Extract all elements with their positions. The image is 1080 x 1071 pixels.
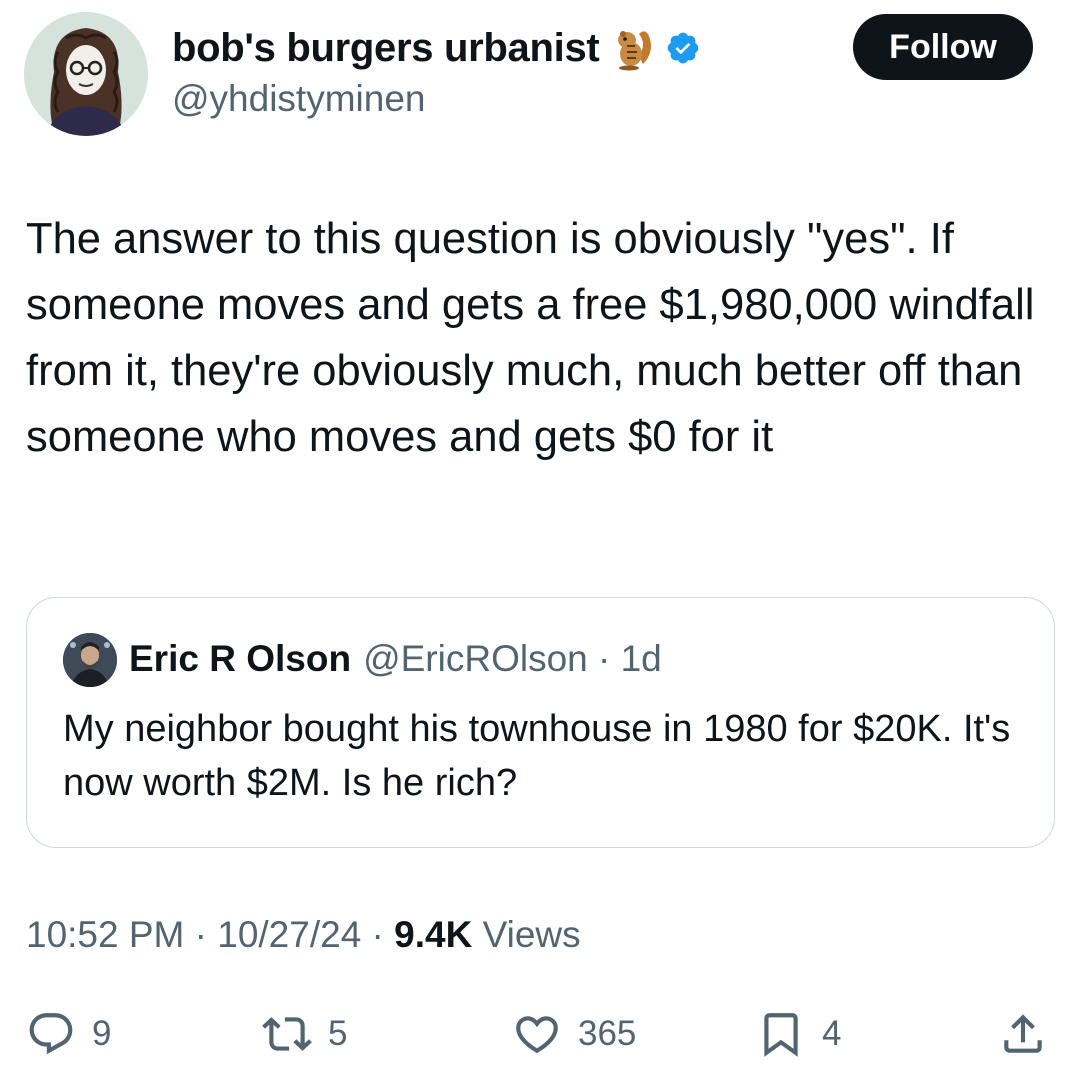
author-avatar[interactable]: [24, 12, 148, 136]
repost-count: 5: [328, 1014, 348, 1053]
repost-button[interactable]: 5: [262, 1006, 347, 1062]
author-name-row: bob's burgers urbanist: [172, 22, 701, 74]
tweet-timestamp[interactable]: 10:52 PM · 10/27/24 · 9.4K Views: [26, 914, 581, 956]
author-display-name[interactable]: bob's burgers urbanist: [172, 26, 600, 71]
chipmunk-icon: [609, 24, 657, 72]
timestamp-text[interactable]: 10:52 PM · 10/27/24 ·: [26, 914, 394, 955]
bookmark-count: 4: [822, 1014, 842, 1053]
bookmark-button[interactable]: 4: [756, 1006, 841, 1062]
heart-icon: [516, 1016, 558, 1054]
quote-handle-time[interactable]: @EricROlson · 1d: [363, 638, 662, 680]
repost-icon: [262, 1017, 312, 1051]
reply-count: 9: [92, 1014, 112, 1053]
follow-button[interactable]: Follow: [853, 14, 1033, 80]
tweet-text: The answer to this question is obviously…: [26, 215, 1035, 461]
quoted-tweet-card[interactable]: Eric R Olson @EricROlson · 1d My neighbo…: [26, 597, 1055, 848]
quote-header: Eric R Olson @EricROlson · 1d: [129, 638, 662, 680]
quote-author-avatar[interactable]: [63, 633, 117, 687]
verified-badge-icon[interactable]: [665, 30, 701, 66]
reply-button[interactable]: 9: [26, 1006, 111, 1062]
reply-icon: [29, 1013, 73, 1055]
tweet-detail: bob's burgers urbanist @yhdistyminen Fol…: [0, 0, 1080, 1071]
share-icon: [1004, 1014, 1042, 1053]
views-label: Views: [472, 914, 581, 955]
author-handle[interactable]: @yhdistyminen: [172, 78, 426, 120]
views-count: 9.4K: [394, 914, 473, 955]
like-count: 365: [578, 1014, 637, 1053]
quote-author-name[interactable]: Eric R Olson: [129, 638, 351, 680]
quote-text: My neighbor bought his townhouse in 1980…: [63, 708, 1011, 804]
share-button[interactable]: [998, 1006, 1048, 1062]
bookmark-icon: [764, 1013, 798, 1057]
like-button[interactable]: 365: [512, 1006, 636, 1062]
